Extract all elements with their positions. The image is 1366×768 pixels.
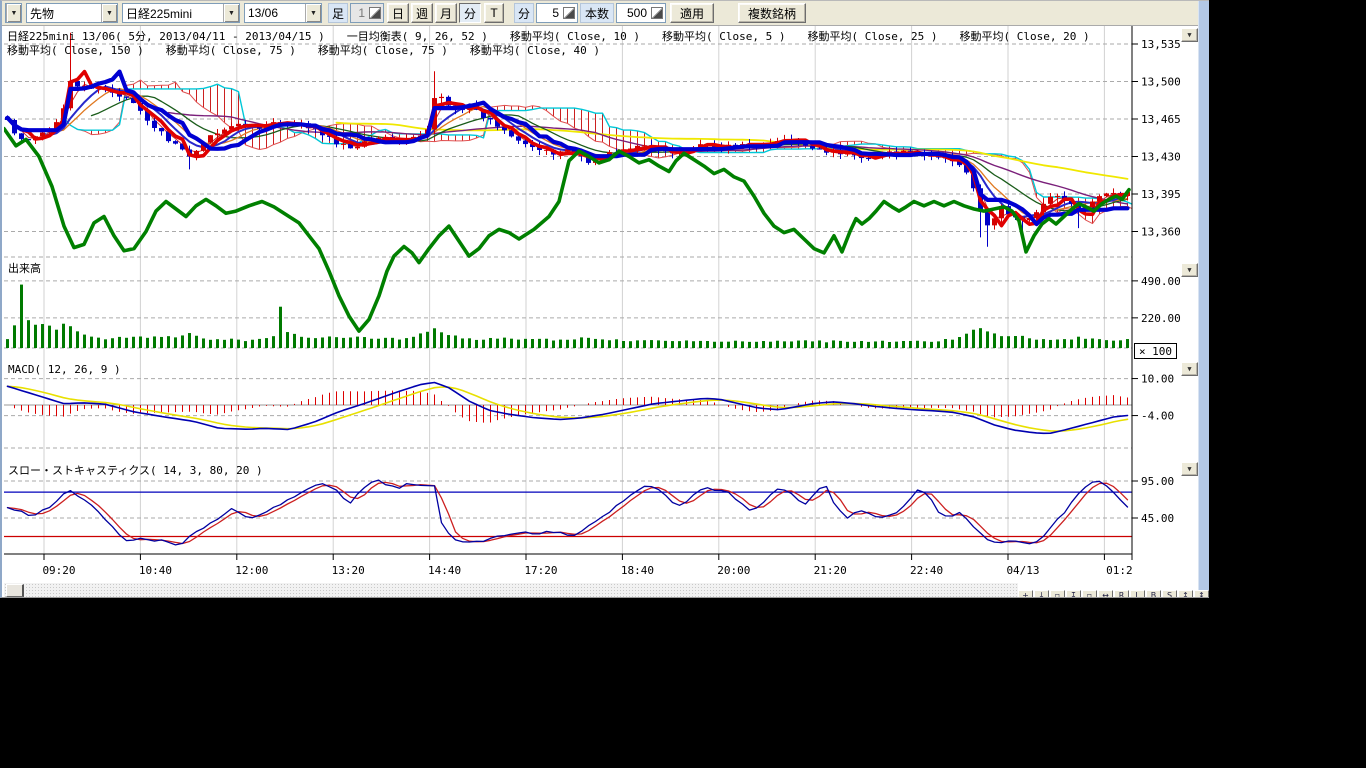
volume-pane-menu-button[interactable]: ▼ (1181, 263, 1198, 277)
svg-text:04/13: 04/13 (1006, 564, 1039, 577)
svg-text:22:40: 22:40 (910, 564, 943, 577)
legend-item: 移動平均( Close, 20 ) (960, 28, 1090, 44)
svg-text:21:20: 21:20 (814, 564, 847, 577)
mini-tool-button[interactable]: ↧ (1066, 590, 1081, 598)
chevron-down-icon[interactable]: ▼ (6, 4, 21, 22)
svg-text:220.00: 220.00 (1141, 312, 1181, 325)
svg-text:17:20: 17:20 (524, 564, 557, 577)
stoch-pane-menu-button[interactable]: ▼ (1181, 462, 1198, 476)
apply-button[interactable]: 適用 (670, 3, 714, 23)
legend-row-2: 移動平均( Close, 150 ) 移動平均( Close, 75 ) 移動平均(… (7, 42, 600, 58)
svg-text:13:20: 13:20 (332, 564, 365, 577)
price-pane-menu-button[interactable]: ▼ (1181, 28, 1198, 42)
svg-text:-4.00: -4.00 (1141, 410, 1174, 423)
mini-tool-button[interactable]: ↓ (1034, 590, 1049, 598)
svg-text:09:20: 09:20 (42, 564, 75, 577)
stoch-pane-label: スロー・ストキャスティクス( 14, 3, 80, 20 ) (8, 462, 263, 478)
svg-text:13,500: 13,500 (1141, 76, 1181, 89)
svg-text:10.00: 10.00 (1141, 373, 1174, 386)
svg-text:13,430: 13,430 (1141, 151, 1181, 164)
bar-interval-value: 1 (351, 6, 367, 20)
daily-button[interactable]: 日 (387, 3, 409, 23)
svg-text:13,535: 13,535 (1141, 38, 1181, 51)
legend-item: 移動平均( Close, 150 ) (7, 42, 144, 58)
legend-item: 移動平均( Close, 40 ) (470, 42, 600, 58)
legend-item: 移動平均( Close, 75 ) (166, 42, 296, 58)
vertical-scrollbar[interactable] (1198, 1, 1209, 598)
svg-text:12:00: 12:00 (235, 564, 268, 577)
weekly-button[interactable]: 週 (411, 3, 433, 23)
mini-tool-button[interactable]: S (1162, 590, 1177, 598)
contract-combo-value: 13/06 (245, 6, 305, 20)
svg-text:13,465: 13,465 (1141, 113, 1181, 126)
chevron-down-icon[interactable]: ▼ (101, 4, 117, 22)
svg-text:95.00: 95.00 (1141, 475, 1174, 488)
mini-dropdown[interactable]: ▼ (5, 3, 22, 23)
volume-pane-label: 出来高 (8, 260, 41, 276)
mini-tool-button[interactable]: ↕ (1178, 590, 1193, 598)
svg-text:490.00: 490.00 (1141, 275, 1181, 288)
volume-multiplier-box: × 100 (1134, 343, 1177, 359)
count-value: 500 (617, 6, 649, 20)
minute-unit-label: 分 (514, 3, 534, 23)
mini-tool-button[interactable]: R (1114, 590, 1129, 598)
mini-tool-button[interactable]: ↨ (1194, 590, 1209, 598)
svg-text:01:2: 01:2 (1106, 564, 1133, 577)
contract-combo[interactable]: 13/06 ▼ (244, 3, 322, 23)
count-label: 本数 (580, 3, 614, 23)
chevron-down-icon[interactable]: ▼ (305, 4, 321, 22)
mini-tool-button[interactable]: ▫ (1082, 590, 1097, 598)
svg-text:45.00: 45.00 (1141, 512, 1174, 525)
minute-value-spinner[interactable]: 5 (536, 3, 578, 23)
macd-pane-label: MACD( 12, 26, 9 ) (8, 363, 121, 376)
mini-tool-button[interactable]: ▫ (1050, 590, 1065, 598)
chevron-down-icon[interactable]: ▼ (223, 4, 239, 22)
symbol-combo-value: 日経225mini (123, 5, 223, 22)
chart-app-window: ▼ 先物 ▼ 日経225mini ▼ 13/06 ▼ 足 1 日 週 月 分 T… (0, 0, 1209, 598)
spinner-icon[interactable] (369, 7, 381, 19)
mini-tool-button[interactable]: B (1146, 590, 1161, 598)
toolbar: ▼ 先物 ▼ 日経225mini ▼ 13/06 ▼ 足 1 日 週 月 分 T… (2, 1, 1209, 26)
mini-tool-button[interactable]: L (1130, 590, 1145, 598)
minute-button[interactable]: 分 (459, 3, 481, 23)
count-spinner[interactable]: 500 (616, 3, 666, 23)
svg-text:18:40: 18:40 (621, 564, 654, 577)
market-combo-value: 先物 (27, 5, 101, 22)
legend-item: 移動平均( Close, 75 ) (318, 42, 448, 58)
svg-text:10:40: 10:40 (139, 564, 172, 577)
macd-pane-menu-button[interactable]: ▼ (1181, 362, 1198, 376)
mini-tool-button[interactable]: ↔ (1098, 590, 1113, 598)
minute-value: 5 (537, 6, 561, 20)
mini-toolbar: +↓▫↧▫↔RLBS↕↨ (1018, 590, 1209, 598)
horizontal-scrollbar[interactable] (4, 583, 1018, 598)
market-combo[interactable]: 先物 ▼ (26, 3, 118, 23)
legend-item: 移動平均( Close, 5 ) (662, 28, 785, 44)
spinner-icon[interactable] (651, 7, 663, 19)
svg-text:20:00: 20:00 (717, 564, 750, 577)
legend-item: 移動平均( Close, 25 ) (807, 28, 937, 44)
svg-text:13,395: 13,395 (1141, 188, 1181, 201)
chart-canvas[interactable]: 13,535 13,500 13,465 13,430 13,395 13,360 490.… (4, 26, 1201, 582)
bar-interval-spinner[interactable]: 1 (350, 3, 384, 23)
svg-text:13,360: 13,360 (1141, 226, 1181, 239)
monthly-button[interactable]: 月 (435, 3, 457, 23)
bar-label: 足 (328, 3, 348, 23)
multi-symbol-button[interactable]: 複数銘柄 (738, 3, 806, 23)
spinner-icon[interactable] (563, 7, 575, 19)
symbol-combo[interactable]: 日経225mini ▼ (122, 3, 240, 23)
svg-text:14:40: 14:40 (428, 564, 461, 577)
horizontal-scrollbar-thumb[interactable] (6, 584, 24, 597)
mini-tool-button[interactable]: + (1018, 590, 1033, 598)
tick-button[interactable]: T (484, 3, 504, 23)
